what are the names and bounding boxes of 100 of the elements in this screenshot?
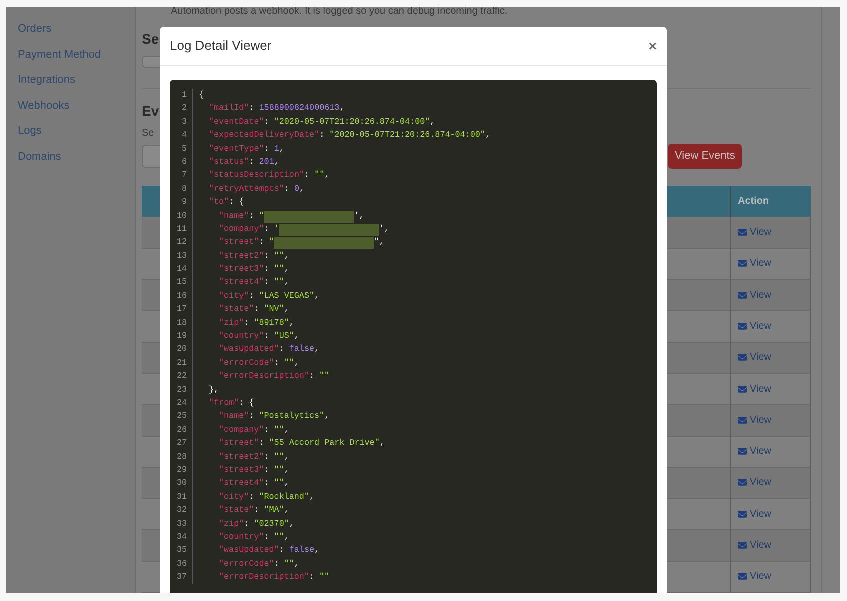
json-value: "" <box>274 464 284 477</box>
sidebar-link[interactable]: Webhooks <box>18 98 135 114</box>
json-colon: : <box>254 303 260 316</box>
json-key: "eventDate" <box>209 116 264 130</box>
json-colon: : <box>249 210 256 223</box>
view-link[interactable]: View <box>738 350 810 366</box>
line-number: 35 <box>176 544 188 558</box>
line-number: 22 <box>176 370 188 384</box>
line-number: 15 <box>176 276 188 290</box>
json-value: "89178" <box>254 316 290 330</box>
json-colon: : <box>274 356 280 370</box>
json-key: "to" <box>209 196 230 210</box>
json-colon: : <box>320 129 326 142</box>
json-value: }, <box>209 384 220 397</box>
view-link[interactable]: View <box>738 382 810 397</box>
view-link[interactable]: View <box>738 412 810 428</box>
json-key: "city" <box>219 490 250 504</box>
json-punctuation: , <box>284 504 290 518</box>
field-label: Se <box>142 126 154 141</box>
line-number: 2 <box>180 102 188 116</box>
json-value: "Rockland" <box>259 490 310 504</box>
json-colon: : <box>309 571 316 584</box>
json-value: "2020-05-07T21:20:26.874-04:00" <box>274 116 430 129</box>
view-link[interactable]: View <box>738 569 810 584</box>
json-value: { <box>239 196 244 210</box>
json-value: "" <box>320 571 330 584</box>
line-number: 31 <box>176 490 188 504</box>
line-number: 12 <box>176 236 188 250</box>
json-key: "street4" <box>219 477 264 491</box>
json-colon: : <box>244 518 250 530</box>
json-value: "2020-05-07T21:20:26.874-04:00" <box>330 129 486 142</box>
json-key: "zip" <box>219 518 244 531</box>
json-value: "NV" <box>264 303 284 316</box>
json-colon: : <box>264 450 270 464</box>
json-punctuation: , <box>279 142 284 156</box>
json-value: 1 <box>274 142 280 156</box>
json-key: "errorCode" <box>219 558 274 572</box>
envelope-icon <box>738 541 747 550</box>
json-key: "company" <box>219 424 264 438</box>
json-value: "" <box>274 530 284 544</box>
line-number: 20 <box>176 343 188 356</box>
json-punctuation: ', <box>354 210 364 223</box>
json-colon: : <box>264 330 270 344</box>
close-button[interactable]: × <box>648 39 657 53</box>
view-link[interactable]: View <box>738 256 810 272</box>
envelope-icon <box>738 353 747 362</box>
json-colon: : <box>264 222 270 236</box>
line-number: 28 <box>176 450 188 464</box>
view-link[interactable]: View <box>738 538 810 554</box>
json-punctuation: , <box>314 544 320 558</box>
section-heading: Ev <box>142 102 160 121</box>
json-key: "statusDescription" <box>209 169 304 183</box>
line-number: 8 <box>180 182 188 196</box>
envelope-icon <box>738 510 747 519</box>
json-punctuation: , <box>324 410 330 424</box>
line-number: 37 <box>176 571 188 584</box>
json-colon: : <box>249 102 256 116</box>
json-key: "street4" <box>219 276 264 290</box>
json-punctuation: , <box>284 424 290 437</box>
line-number: 18 <box>176 316 188 330</box>
line-number: 27 <box>176 437 188 450</box>
line-number: 33 <box>176 518 188 530</box>
envelope-icon <box>738 416 747 425</box>
sidebar-link[interactable]: Payment Method <box>18 46 135 63</box>
json-colon: : <box>264 477 270 490</box>
json-colon: : <box>229 196 236 210</box>
json-colon: : <box>264 464 270 477</box>
json-punctuation: , <box>289 316 294 330</box>
sidebar-link[interactable]: Logs <box>18 123 135 140</box>
json-key: "zip" <box>219 316 244 330</box>
sidebar-link[interactable]: Integrations <box>18 72 135 88</box>
view-link[interactable]: View <box>738 288 810 303</box>
line-number: 24 <box>176 396 188 410</box>
view-link[interactable]: View <box>738 224 810 240</box>
view-link[interactable]: View <box>738 475 810 490</box>
json-punctuation: , <box>324 169 330 182</box>
json-value: "LAS VEGAS" <box>259 290 315 303</box>
json-key: "city" <box>219 290 250 304</box>
json-colon: : <box>279 544 286 558</box>
json-punctuation: , <box>284 530 290 544</box>
json-key: "state" <box>219 504 254 518</box>
sidebar-link[interactable]: Domains <box>18 148 135 165</box>
view-link[interactable]: View <box>738 444 810 460</box>
json-value: false <box>289 544 315 558</box>
line-number: 11 <box>176 222 188 236</box>
view-link[interactable]: View <box>738 506 810 522</box>
json-punctuation: , <box>309 490 315 504</box>
json-value: "Postalytics" <box>259 410 325 424</box>
json-value: 0 <box>294 182 300 196</box>
intro-text: Automation posts a webhook. It is logged so you can debug incoming traffic. <box>170 7 508 17</box>
line-number: 1 <box>180 89 188 102</box>
json-key: "country" <box>219 530 264 544</box>
sidebar-link[interactable]: Orders <box>18 21 135 38</box>
view-link[interactable]: View <box>738 318 810 334</box>
json-key: "street3" <box>219 464 264 478</box>
json-punctuation: ', <box>379 222 390 236</box>
view-events-button[interactable]: View Events <box>668 144 742 169</box>
json-key: "state" <box>219 303 254 317</box>
line-number: 14 <box>176 263 188 276</box>
json-key: "street2" <box>219 450 264 464</box>
